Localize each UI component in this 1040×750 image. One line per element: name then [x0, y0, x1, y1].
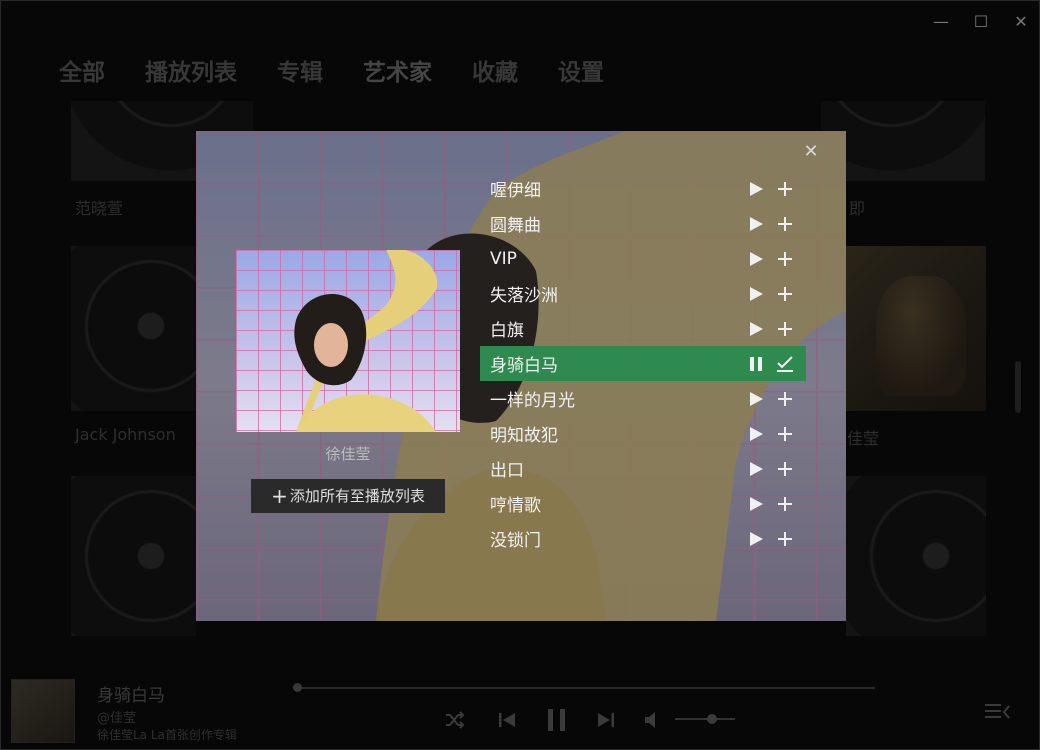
nav-artists[interactable]: 艺术家 — [363, 53, 432, 87]
add-to-playlist-icon[interactable] — [776, 530, 794, 548]
track-row[interactable]: 明知故犯 — [480, 416, 806, 451]
track-row[interactable]: 喔伊细 — [480, 171, 806, 206]
play-icon[interactable] — [748, 251, 764, 267]
artist-card-label: 范晓萱 — [75, 199, 124, 218]
play-icon[interactable] — [748, 496, 764, 512]
add-to-playlist-icon[interactable] — [776, 495, 794, 513]
artist-name: 徐佳莹 — [325, 445, 371, 463]
track-name: 失落沙洲 — [490, 286, 558, 306]
track-name: 一样的月光 — [490, 391, 575, 411]
track-list: 喔伊细圆舞曲 VIP 失落沙洲白旗身骑白马一样的月光明知故犯出口哼情歌没锁门 — [480, 171, 806, 556]
play-icon[interactable] — [748, 461, 764, 477]
artist-card[interactable] — [846, 476, 986, 636]
artist-card-label: Jack Johnson — [75, 425, 176, 444]
add-to-playlist-icon[interactable] — [776, 180, 794, 198]
track-name: 出口 — [490, 461, 524, 481]
artist-card[interactable] — [846, 246, 986, 411]
add-all-label: 添加所有至播放列表 — [289, 487, 425, 505]
close-window-button[interactable]: ✕ — [1009, 11, 1033, 33]
add-to-playlist-icon[interactable] — [776, 320, 794, 338]
play-icon[interactable] — [748, 391, 764, 407]
main-nav: 全部 播放列表 专辑 艺术家 收藏 设置 — [59, 53, 604, 87]
close-dialog-button[interactable]: ✕ — [800, 141, 822, 163]
added-check-icon[interactable] — [776, 355, 794, 373]
progress-knob[interactable] — [293, 683, 302, 692]
progress-bar[interactable] — [297, 687, 875, 689]
track-row[interactable]: VIP — [480, 241, 806, 276]
nav-playlists[interactable]: 播放列表 — [145, 53, 237, 87]
track-name: 哼情歌 — [490, 496, 541, 516]
track-name: 圆舞曲 — [490, 216, 541, 236]
plus-icon: + — [271, 484, 288, 508]
track-row[interactable]: 哼情歌 — [480, 486, 806, 521]
now-playing-artist: @佳莹 — [97, 711, 137, 726]
volume-knob[interactable] — [707, 714, 717, 724]
previous-icon[interactable] — [495, 708, 519, 737]
track-row[interactable]: 圆舞曲 — [480, 206, 806, 241]
track-row[interactable]: 一样的月光 — [480, 381, 806, 416]
nav-favorites[interactable]: 收藏 — [472, 53, 518, 87]
pause-icon[interactable] — [544, 706, 570, 738]
add-to-playlist-icon[interactable] — [776, 250, 794, 268]
now-playing-title: 身骑白马 — [97, 686, 165, 706]
play-icon[interactable] — [748, 531, 764, 547]
track-name: 喔伊细 — [490, 181, 541, 201]
shuffle-icon[interactable] — [443, 708, 467, 737]
volume-icon[interactable] — [642, 708, 666, 737]
add-to-playlist-icon[interactable] — [776, 215, 794, 233]
queue-icon[interactable] — [983, 701, 1011, 729]
track-row[interactable]: 出口 — [480, 451, 806, 486]
track-row[interactable]: 失落沙洲 — [480, 276, 806, 311]
add-to-playlist-icon[interactable] — [776, 390, 794, 408]
artist-card[interactable] — [71, 246, 196, 411]
play-icon[interactable] — [748, 181, 764, 197]
pause-icon[interactable] — [748, 356, 764, 372]
track-row[interactable]: 身骑白马 — [480, 346, 806, 381]
play-icon[interactable] — [748, 321, 764, 337]
artist-card[interactable] — [71, 476, 196, 636]
scrollbar[interactable] — [1015, 361, 1021, 413]
artist-photo — [236, 250, 460, 432]
artist-card-label: 即 — [849, 199, 866, 218]
play-icon[interactable] — [748, 286, 764, 302]
play-icon[interactable] — [748, 426, 764, 442]
track-row[interactable]: 白旗 — [480, 311, 806, 346]
play-icon[interactable] — [748, 216, 764, 232]
track-row[interactable]: 没锁门 — [480, 521, 806, 556]
nav-all[interactable]: 全部 — [59, 53, 105, 87]
track-name: 明知故犯 — [490, 426, 558, 446]
next-icon[interactable] — [594, 708, 618, 737]
now-playing-album: 徐佳莹La La首张创作专辑 — [97, 728, 237, 742]
track-name: 没锁门 — [490, 531, 541, 551]
artist-card-label: 佳莹 — [847, 429, 880, 448]
now-playing-cover[interactable] — [11, 679, 75, 743]
track-name: VIP — [490, 248, 517, 269]
nav-settings[interactable]: 设置 — [558, 53, 604, 87]
add-to-playlist-icon[interactable] — [776, 460, 794, 478]
track-name: 白旗 — [490, 321, 524, 341]
track-name: 身骑白马 — [490, 356, 558, 376]
artist-detail-dialog: ✕ 徐佳莹 + 添加所有至播放列表 喔伊细 圆舞曲 VIP 失落沙洲 白旗 身骑… — [196, 131, 846, 621]
add-all-to-playlist-button[interactable]: + 添加所有至播放列表 — [251, 479, 445, 513]
add-to-playlist-icon[interactable] — [776, 425, 794, 443]
nav-albums[interactable]: 专辑 — [277, 53, 323, 87]
app-window: — ☐ ✕ 全部 播放列表 专辑 艺术家 收藏 设置 范晓萱 即 Jack Jo… — [0, 0, 1040, 750]
minimize-button[interactable]: — — [929, 11, 953, 33]
add-to-playlist-icon[interactable] — [776, 285, 794, 303]
maximize-button[interactable]: ☐ — [969, 11, 993, 33]
volume-slider[interactable] — [675, 718, 735, 720]
